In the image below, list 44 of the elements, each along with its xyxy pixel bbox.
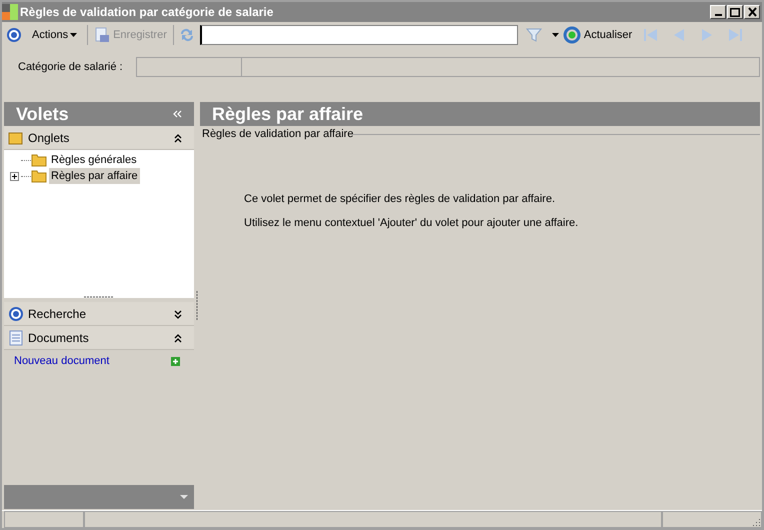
refresh-icon — [562, 26, 581, 44]
chevrons-up-icon — [174, 132, 182, 142]
section-header[interactable]: Documents — [4, 326, 194, 350]
caret-icon — [180, 495, 188, 499]
app-icon — [2, 4, 18, 20]
new-document-link[interactable]: Nouveau document — [14, 352, 110, 370]
close-icon — [748, 7, 756, 17]
maximize-icon — [730, 8, 740, 16]
search-field[interactable] — [200, 25, 518, 45]
category-field[interactable] — [136, 57, 760, 77]
last-icon — [726, 26, 744, 44]
tree-item[interactable]: Règles générales — [49, 152, 139, 168]
content-title: Règles par affaire — [212, 102, 364, 126]
refresh-button[interactable]: Actualiser — [562, 26, 632, 44]
folder-icon — [31, 152, 47, 168]
chevrons-left-icon — [173, 110, 182, 118]
section-header[interactable]: Recherche — [4, 302, 194, 326]
resize-grip-icon — [750, 518, 761, 527]
section-header[interactable]: Onglets — [4, 126, 194, 150]
caret-icon — [552, 33, 559, 37]
sidebar-title: Volets — [16, 102, 69, 126]
group-title: Règles de validation par affaire — [201, 127, 354, 142]
chevrons-up-icon — [174, 332, 182, 342]
folder-icon — [8, 130, 24, 146]
document-icon — [8, 330, 24, 346]
filter-icon — [526, 27, 542, 43]
tree-item[interactable]: Règles par affaire — [49, 168, 140, 184]
category-label: Catégorie de salarié : — [17, 60, 124, 75]
target-icon — [6, 27, 22, 43]
collapse-button[interactable] — [173, 110, 182, 118]
minimize-icon — [714, 14, 722, 16]
document-icon — [94, 27, 110, 43]
info-text: Utilisez le menu contextuel 'Ajouter' du volet pour ajouter une affaire. — [244, 216, 580, 231]
info-text: Ce volet permet de spécifier des règles de validation par affaire. — [244, 192, 556, 206]
window-title: Règles de validation par catégorie de salarie — [20, 4, 274, 21]
target-icon — [8, 306, 24, 322]
maximize-button[interactable] — [727, 5, 743, 19]
chevrons-down-icon — [174, 308, 182, 318]
actions-menu[interactable]: Actions — [26, 26, 84, 44]
caret-icon — [70, 33, 78, 37]
folder-icon — [31, 168, 47, 184]
add-icon — [171, 356, 180, 366]
minimize-button[interactable] — [710, 5, 726, 19]
close-button[interactable] — [744, 5, 760, 19]
